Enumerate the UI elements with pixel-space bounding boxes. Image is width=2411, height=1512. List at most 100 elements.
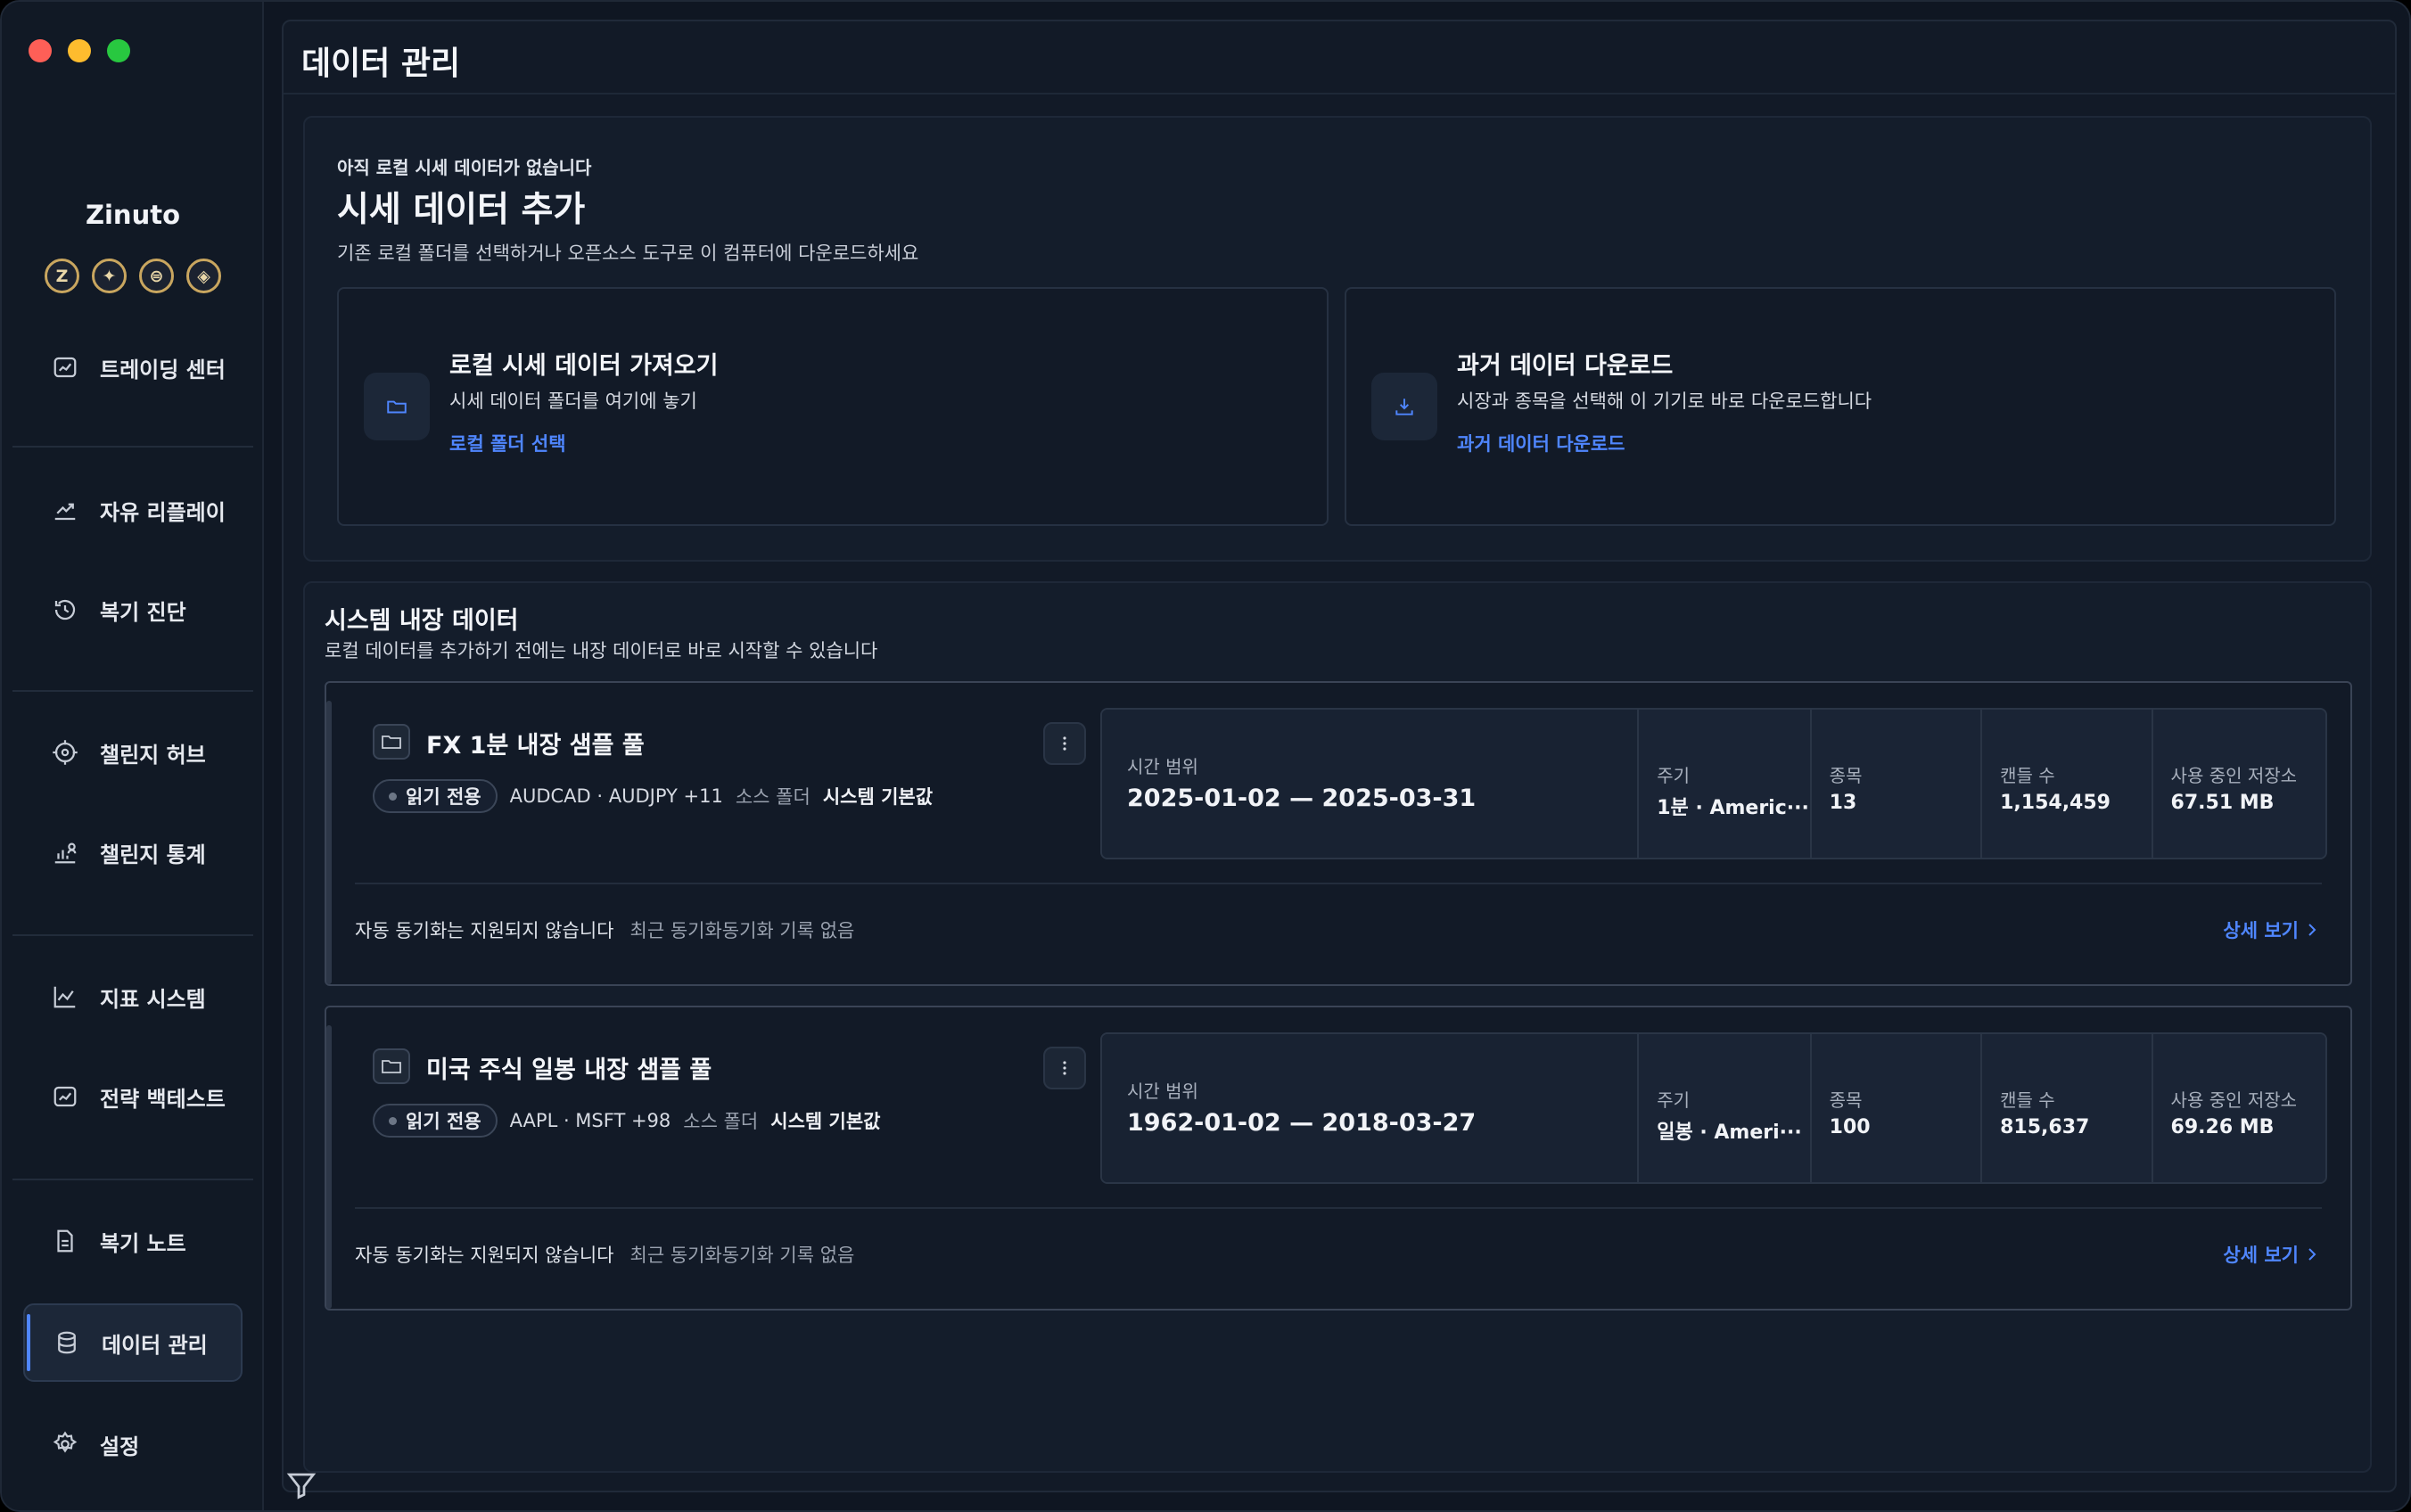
bar-user-icon: [54, 842, 77, 864]
stat-candles: 캔들 수 815,637: [1980, 1034, 2152, 1182]
stat-value: 일봉 · Ameri···: [1657, 1122, 1802, 1144]
select-local-folder-link[interactable]: 로컬 폴더 선택: [449, 430, 566, 456]
sidebar-item-label: 데이터 관리: [102, 1332, 208, 1358]
chart-window-icon: [53, 1086, 77, 1107]
pool-stats: 시간 범위 2025-01-02 — 2025-03-31 주기 1분 · Am…: [1100, 708, 2327, 859]
stat-value: 1,154,459: [2000, 792, 2111, 814]
pool-sync-status: 자동 동기화는 지원되지 않습니다 최근 동기화동기화 기록 없음: [355, 1241, 854, 1268]
add-data-subtitle: 기존 로컬 폴더를 선택하거나 오픈소스 도구로 이 컴퓨터에 다운로드하세요: [337, 242, 919, 264]
stat-period: 주기 1분 · Americ···: [1637, 710, 1810, 858]
builtin-title: 시스템 내장 데이터: [325, 607, 519, 635]
sidebar-item-data-management[interactable]: 데이터 관리: [23, 1303, 243, 1382]
builtin-data-panel: 시스템 내장 데이터 로컬 데이터를 추가하기 전에는 내장 데이터로 바로 시…: [303, 581, 2372, 1473]
data-pool-card[interactable]: 미국 주식 일봉 내장 샘플 풀 읽기 전용 AAPL · MSFT +98 소…: [325, 1006, 2352, 1311]
stat-value: 13: [1829, 792, 1857, 814]
pool-symbols: AAPL · MSFT +98: [509, 1110, 671, 1131]
history-icon: [54, 599, 76, 620]
sidebar-divider: [12, 1179, 253, 1180]
read-only-badge: 읽기 전용: [373, 779, 498, 813]
stat-time-range: 시간 범위 2025-01-02 — 2025-03-31: [1102, 710, 1638, 858]
badge-label: 읽기 전용: [406, 786, 481, 808]
view-detail-label: 상세 보기: [2223, 920, 2299, 941]
stat-label: 캔들 수: [2000, 1089, 2055, 1111]
database-icon: [58, 1331, 76, 1354]
sidebar-divider: [12, 934, 253, 936]
sidebar-item-strategy-backtest[interactable]: 전략 백테스트: [23, 1057, 243, 1136]
stat-label: 종목: [1829, 765, 1863, 786]
brand-badge-icon[interactable]: ⊜: [139, 259, 174, 293]
brand-badge-icon[interactable]: ✦: [92, 259, 127, 293]
line-chart-icon: [53, 986, 76, 1008]
sidebar-item-label: 챌린지 통계: [100, 842, 206, 867]
sidebar-item-indicator-system[interactable]: 지표 시스템: [23, 957, 243, 1036]
stat-value: 1분 · Americ···: [1657, 797, 1809, 819]
more-vertical-icon: [1063, 1061, 1066, 1075]
sync-text: 자동 동기화는 지원되지 않습니다: [355, 1245, 614, 1266]
sidebar-item-settings[interactable]: 설정: [23, 1405, 243, 1483]
add-data-panel: 아직 로컬 시세 데이터가 없습니다 시세 데이터 추가 기존 로컬 폴더를 선…: [303, 116, 2372, 562]
sidebar-item-challenge-hub[interactable]: 챌린지 허브: [23, 713, 243, 792]
stat-storage: 사용 중인 저장소 67.51 MB: [2151, 710, 2325, 858]
sidebar-item-label: 지표 시스템: [100, 986, 206, 1012]
source-value: 시스템 기본값: [770, 1111, 881, 1132]
chevron-right-icon: [2308, 1248, 2316, 1261]
sidebar-item-label: 전략 백테스트: [100, 1086, 226, 1112]
import-local-data-card[interactable]: 로컬 시세 데이터 가져오기 시세 데이터 폴더를 여기에 놓기 로컬 폴더 선…: [337, 287, 1329, 526]
stat-time-range: 시간 범위 1962-01-02 — 2018-03-27: [1102, 1034, 1638, 1182]
sidebar-divider: [12, 446, 253, 448]
sidebar-divider: [12, 690, 253, 692]
stat-value: 2025-01-02 — 2025-03-31: [1127, 785, 1477, 812]
brand-name: Zinuto: [85, 200, 181, 230]
stat-value: 67.51 MB: [2170, 792, 2275, 814]
import-card-desc: 시세 데이터 폴더를 여기에 놓기: [449, 390, 697, 412]
stat-value: 100: [1829, 1116, 1871, 1138]
gear-icon: [53, 1431, 78, 1453]
brand-badge-icon[interactable]: ◈: [186, 259, 221, 293]
empty-state-kicker: 아직 로컬 시세 데이터가 없습니다: [337, 157, 592, 178]
main-content: 데이터 관리 아직 로컬 시세 데이터가 없습니다 시세 데이터 추가 기존 로…: [282, 20, 2397, 1492]
sidebar-item-label: 설정: [100, 1434, 140, 1459]
stat-label: 주기: [1657, 1089, 1691, 1111]
stat-value: 1962-01-02 — 2018-03-27: [1127, 1109, 1477, 1137]
more-options-button[interactable]: [1043, 1047, 1086, 1089]
badge-label: 읽기 전용: [406, 1111, 481, 1132]
brand-badge-icon[interactable]: Z: [45, 259, 79, 293]
sidebar-item-review-diagnosis[interactable]: 복기 진단: [23, 571, 243, 649]
sidebar: Zinuto Z ✦ ⊜ ◈ 트레이딩 센터 자유 리플레이 복기 진단 챌린지…: [2, 2, 264, 1510]
window-controls: [29, 39, 130, 62]
pool-title: FX 1분 내장 샘플 풀: [426, 732, 645, 760]
stat-symbols: 종목 100: [1809, 1034, 1981, 1182]
sidebar-item-trading-center[interactable]: 트레이딩 센터: [23, 328, 243, 407]
pool-meta: 읽기 전용 AAPL · MSFT +98 소스 폴더 시스템 기본값: [373, 1104, 880, 1138]
chevron-right-icon: [2308, 924, 2316, 936]
more-options-button[interactable]: [1043, 722, 1086, 765]
status-dot: [389, 1116, 397, 1125]
minimize-window-button[interactable]: [68, 39, 91, 62]
stat-value: 69.26 MB: [2170, 1116, 2275, 1138]
document-icon: [57, 1229, 73, 1253]
sidebar-item-free-replay[interactable]: 자유 리플레이: [23, 471, 243, 549]
download-card-title: 과거 데이터 다운로드: [1457, 352, 1674, 380]
status-dot: [389, 792, 397, 801]
pool-symbols: AUDCAD · AUDJPY +11: [509, 785, 723, 807]
sync-text: 자동 동기화는 지원되지 않습니다: [355, 920, 614, 941]
stat-label: 종목: [1829, 1089, 1863, 1111]
stat-label: 사용 중인 저장소: [2170, 1089, 2298, 1111]
download-history-card[interactable]: 과거 데이터 다운로드 시장과 종목을 선택해 이 기기로 바로 다운로드합니다…: [1345, 287, 2336, 526]
sidebar-item-review-notes[interactable]: 복기 노트: [23, 1202, 243, 1280]
read-only-badge: 읽기 전용: [373, 1104, 498, 1138]
sidebar-item-challenge-stats[interactable]: 챌린지 통계: [23, 813, 243, 892]
view-detail-link[interactable]: 상세 보기: [2223, 1241, 2316, 1268]
filter-icon[interactable]: [285, 1469, 317, 1501]
close-window-button[interactable]: [29, 39, 52, 62]
zoom-window-button[interactable]: [107, 39, 130, 62]
source-label: 소스 폴더: [683, 1111, 759, 1132]
data-pool-card[interactable]: FX 1분 내장 샘플 풀 읽기 전용 AUDCAD · AUDJPY +11 …: [325, 681, 2352, 986]
folder-icon: [364, 373, 430, 440]
more-vertical-icon: [1063, 736, 1066, 751]
view-detail-link[interactable]: 상세 보기: [2223, 916, 2316, 943]
sidebar-item-label: 자유 리플레이: [100, 499, 226, 525]
stat-label: 주기: [1657, 765, 1691, 786]
download-history-link[interactable]: 과거 데이터 다운로드: [1457, 430, 1625, 456]
chart-window-icon: [53, 357, 77, 378]
